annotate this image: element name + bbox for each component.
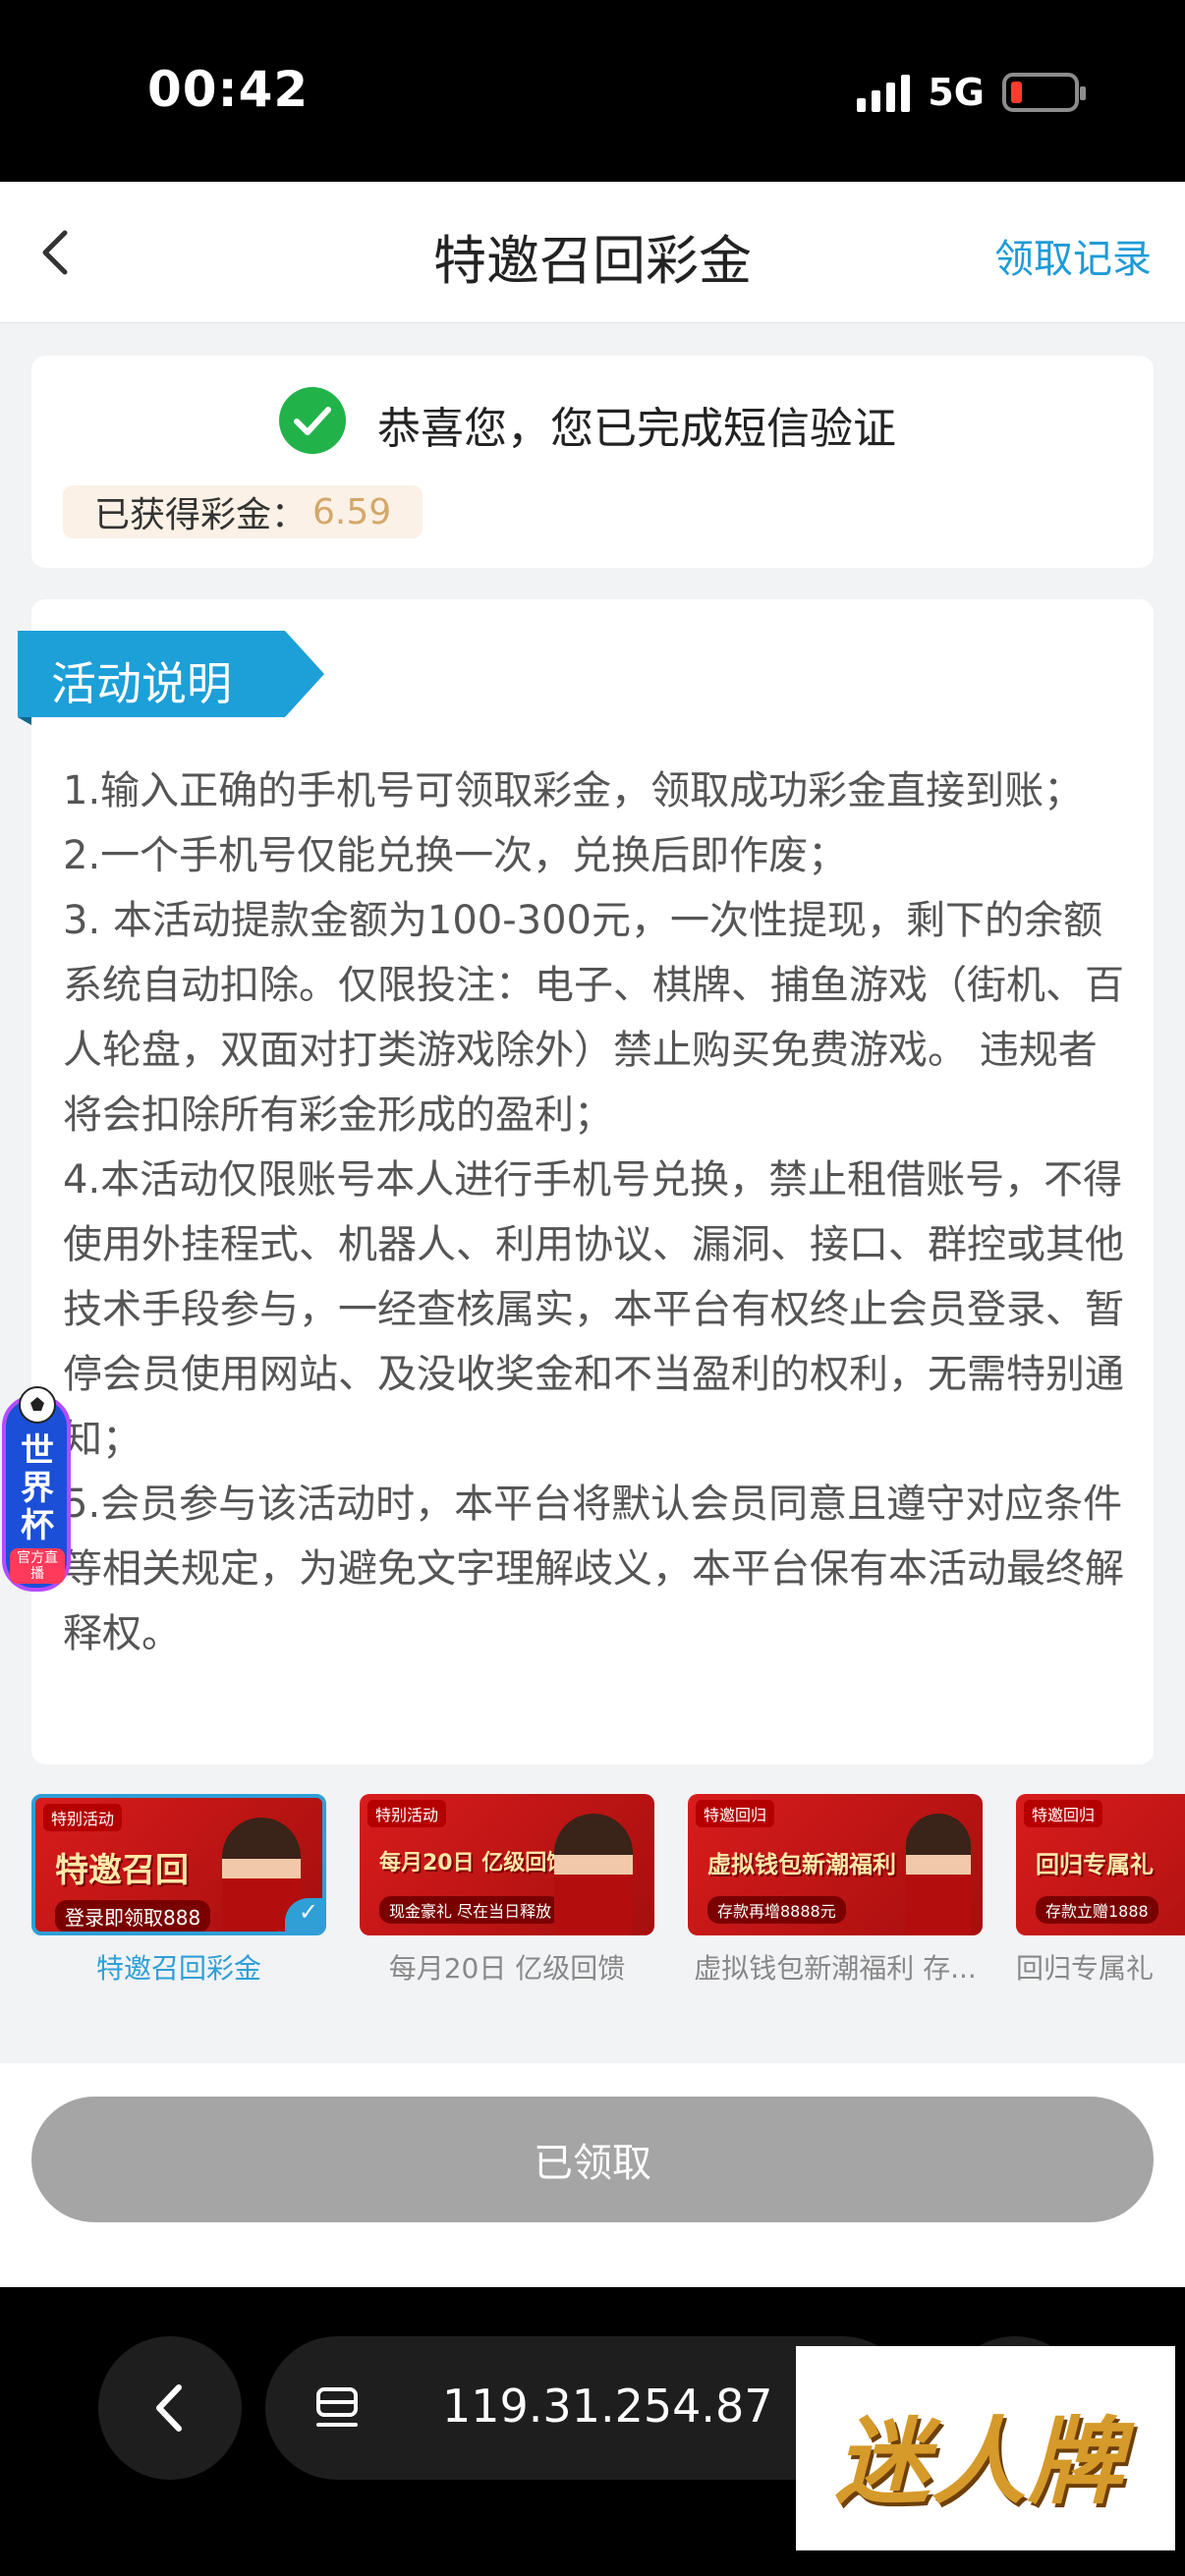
promo-subline: 存款立赠1888 (1036, 1896, 1158, 1924)
status-bar: 00:42 5G (0, 0, 1185, 182)
section-ribbon: 活动说明 (18, 631, 324, 725)
promo-headline: 特邀召回 (55, 1851, 189, 1890)
status-time: 00:42 (147, 61, 310, 118)
promo-thumb-monthly[interactable]: 特别活动 每月20日 亿级回馈 现金豪礼 尽在当日释放 每月20日 亿级回馈 (360, 1794, 654, 1987)
promo-caption: 虚拟钱包新潮福利 存... (694, 1952, 977, 1985)
rule-paragraph: 3. 本活动提款金额为100-300元，一次性提现，剩下的余额系统自动扣除。仅限… (63, 898, 1124, 1138)
promo-banner: 特邀回归 回归专属礼 存款立赠1888 (1016, 1794, 1185, 1935)
url-text: 119.31.254.87 (442, 2380, 773, 2433)
world-cup-label: 世界杯 (21, 1431, 54, 1545)
promo-tag: 特邀回归 (696, 1800, 775, 1827)
rule-paragraph: 2.一个手机号仅能兑换一次，兑换后即作废； (63, 833, 848, 878)
bonus-label: 已获得彩金： (94, 495, 308, 535)
promo-headline: 每月20日 亿级回馈 (379, 1851, 569, 1876)
verification-card: 恭喜您，您已完成短信验证 已获得彩金： 6.59 (31, 356, 1154, 568)
claimed-button[interactable]: 已领取 (31, 2097, 1154, 2222)
chevron-left-icon (156, 2384, 182, 2432)
rule-paragraph: 1.输入正确的手机号可领取彩金，领取成功彩金直接到账； (63, 768, 1084, 813)
claim-footer: 已领取 (0, 2063, 1185, 2287)
watermark-logo: 迷人牌 (796, 2346, 1175, 2550)
promo-thumb-return[interactable]: 特邀回归 回归专属礼 存款立赠1888 回归专属礼 (1016, 1794, 1185, 1987)
status-indicators: 5G (857, 71, 1086, 114)
promo-subline: 现金豪礼 尽在当日释放 (379, 1896, 562, 1924)
promo-thumb-recall[interactable]: 特别活动 特邀召回 登录即领取888 ✓ 特邀召回彩金 (31, 1794, 326, 1987)
promo-caption: 每月20日 亿级回馈 (388, 1952, 626, 1985)
promotion-carousel[interactable]: 特别活动 特邀召回 登录即领取888 ✓ 特邀召回彩金 特别活动 每月20日 亿… (0, 1794, 1185, 1990)
promo-caption: 回归专属礼 (1016, 1952, 1155, 1985)
world-cup-sub: 官方直播 (17, 1550, 58, 1582)
rule-paragraph: 4.本活动仅限账号本人进行手机号兑换，禁止租借账号，不得使用外挂程式、机器人、利… (63, 1157, 1124, 1462)
signal-icon (857, 73, 911, 112)
reader-mode-icon (316, 2387, 358, 2427)
promo-subline: 存款再增8888元 (707, 1896, 846, 1924)
promo-model-image (554, 1814, 633, 1935)
browser-back-button[interactable] (98, 2336, 242, 2480)
promo-model-image (906, 1814, 971, 1935)
promo-banner: 特邀回归 虚拟钱包新潮福利 存款再增8888元 (688, 1794, 983, 1935)
bonus-value: 6.59 (312, 491, 392, 532)
promo-headline: 回归专属礼 (1036, 1851, 1154, 1878)
nav-header: 特邀召回彩金 领取记录 (0, 182, 1185, 323)
promo-subline: 登录即领取888 (55, 1900, 211, 1932)
promo-thumb-wallet[interactable]: 特邀回归 虚拟钱包新潮福利 存款再增8888元 虚拟钱包新潮福利 存... (688, 1794, 983, 1987)
battery-icon (1002, 73, 1086, 112)
activity-description-card: 活动说明 1.输入正确的手机号可领取彩金，领取成功彩金直接到账； 2.一个手机号… (18, 599, 1154, 1764)
world-cup-floating-badge[interactable]: 世界杯 官方直播 (2, 1383, 73, 1594)
promo-caption: 特邀召回彩金 (95, 1952, 261, 1985)
promo-tag: 特别活动 (43, 1804, 123, 1831)
promo-tag: 特邀回归 (1024, 1800, 1103, 1827)
promo-banner: 特别活动 特邀召回 登录即领取888 ✓ (31, 1794, 326, 1935)
watermark-text: 迷人牌 (835, 2407, 1124, 2517)
verification-message: 恭喜您，您已完成短信验证 (377, 404, 896, 454)
check-circle-icon (279, 387, 346, 454)
promo-tag: 特别活动 (367, 1800, 447, 1827)
rules-text: 1.输入正确的手机号可领取彩金，领取成功彩金直接到账； 2.一个手机号仅能兑换一… (63, 758, 1124, 1666)
claim-records-link[interactable]: 领取记录 (994, 227, 1152, 284)
section-title: 活动说明 (51, 657, 232, 710)
bonus-amount-badge: 已获得彩金： 6.59 (63, 485, 423, 538)
rule-paragraph: 5.会员参与该活动时，本平台将默认会员同意且遵守对应条件等相关规定，为避免文字理… (63, 1482, 1124, 1656)
promo-headline: 虚拟钱包新潮福利 (707, 1851, 896, 1878)
network-label: 5G (928, 71, 985, 114)
promo-banner: 特别活动 每月20日 亿级回馈 现金豪礼 尽在当日释放 (360, 1794, 654, 1935)
